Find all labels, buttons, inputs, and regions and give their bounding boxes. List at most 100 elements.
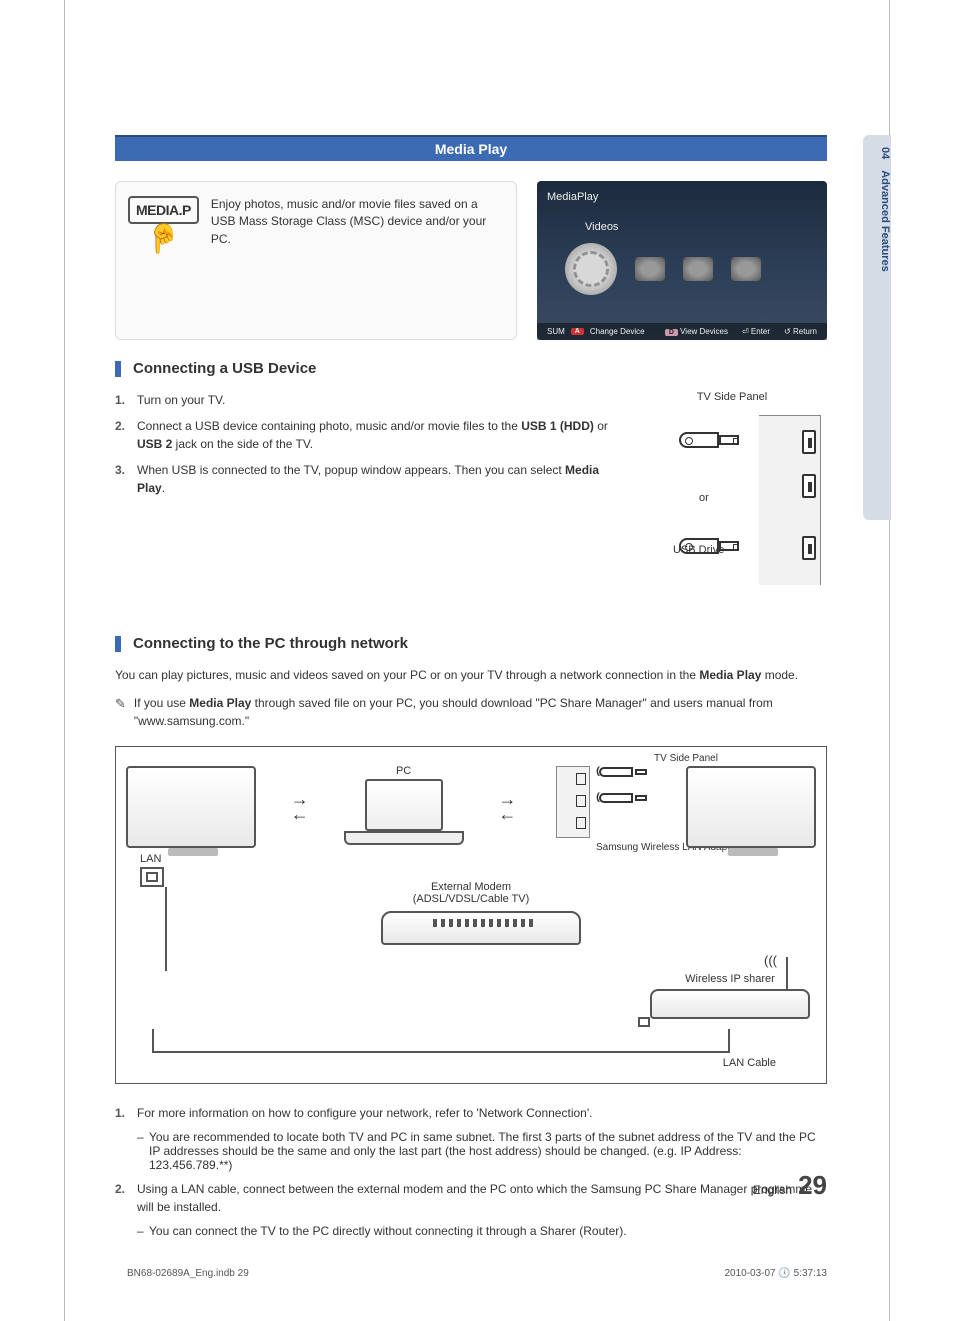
cable-icon (165, 887, 167, 971)
page-footer: English 29 (753, 1170, 827, 1201)
thumb-icon (731, 257, 761, 281)
section-bar-icon (115, 636, 121, 652)
step-text: Connect a USB device containing photo, m… (137, 417, 617, 453)
lan-cable-label: LAN Cable (126, 1057, 776, 1069)
arrows-icon: →← (291, 794, 309, 820)
usb-section-title-row: Connecting a USB Device (115, 360, 827, 377)
modem-sublabel: (ADSL/VDSL/Cable TV) (381, 893, 561, 905)
view-devices-label: View Devices (680, 327, 728, 336)
lan-cable-icon (152, 1029, 730, 1053)
usb-steps: 1. Turn on your TV. 2. Connect a USB dev… (115, 391, 617, 585)
or-label: or (699, 492, 709, 504)
d-button-icon: D (665, 329, 678, 336)
modem-label: External Modem (381, 881, 561, 893)
router-icon (650, 989, 810, 1019)
tv-icon (686, 766, 816, 848)
dash-icon: – (137, 1130, 149, 1172)
doc-id: BN68-02689A_Eng.indb 29 (127, 1268, 249, 1279)
step-number: 1. (115, 391, 137, 409)
pc-intro-text: You can play pictures, music and videos … (115, 666, 827, 684)
mini-panel-icon (556, 766, 590, 838)
step-text: When USB is connected to the TV, popup w… (137, 461, 617, 497)
usb-port-icon (802, 430, 816, 454)
tv-left-group (126, 766, 256, 848)
list-item: 2. Connect a USB device containing photo… (115, 417, 617, 453)
media-button-label: MEDIA.P (128, 196, 199, 224)
lan-label: LAN (140, 853, 816, 865)
change-device-label: Change Device (590, 327, 645, 336)
tv-panel-illustration: or USB Drive (759, 415, 821, 585)
page-header: Media Play (115, 135, 827, 161)
tv-preview-title: MediaPlay (547, 191, 817, 203)
a-button-icon: A (571, 328, 584, 335)
plug-icon (638, 1017, 650, 1027)
intro-card: MEDIA.P ☝ Enjoy photos, music and/or mov… (115, 181, 517, 340)
sub-item: – You are recommended to locate both TV … (137, 1130, 827, 1172)
page-content: 04 Advanced Features Media Play MEDIA.P … (64, 0, 890, 1321)
step-number: 2. (115, 417, 137, 453)
diagram-top-row: →← PC →← (126, 765, 816, 849)
usb-diagram: TV Side Panel or USB Drive (637, 391, 827, 585)
tv-icon-row (547, 243, 817, 295)
pc-section-title: Connecting to the PC through network (133, 635, 408, 652)
thumb-icon (635, 257, 665, 281)
list-item: 1. For more information on how to config… (115, 1104, 827, 1122)
page-number: 29 (798, 1170, 827, 1201)
note-row: ✎ If you use Media Play through saved fi… (115, 694, 827, 730)
video-reel-icon (565, 243, 617, 295)
note-icon: ✎ (115, 694, 126, 730)
arrows-icon: →← (498, 794, 516, 820)
note-text: If you use Media Play through saved file… (134, 694, 827, 730)
sub-item: – You can connect the TV to the PC direc… (137, 1224, 827, 1238)
pc-steps: 1. For more information on how to config… (115, 1104, 827, 1238)
pc-section-title-row: Connecting to the PC through network (115, 635, 827, 652)
step-number: 1. (115, 1104, 137, 1122)
area: Wireless IP sharer (650, 973, 810, 1019)
usb-section: 1. Turn on your TV. 2. Connect a USB dev… (115, 391, 827, 585)
lang-label: English (753, 1183, 792, 1197)
step-number: 3. (115, 461, 137, 497)
laptop-icon (344, 779, 464, 849)
media-button-illustration: MEDIA.P ☝ (128, 196, 199, 255)
sub-text: You are recommended to locate both TV an… (149, 1130, 827, 1172)
step-text: Turn on your TV. (137, 391, 617, 409)
usb-section-title: Connecting a USB Device (133, 360, 316, 377)
chapter-tab: 04 Advanced Features (863, 135, 891, 520)
laptop-group: PC (344, 765, 464, 849)
pc-label: PC (344, 765, 464, 777)
list-item: 1. Turn on your TV. (115, 391, 617, 409)
step-number: 2. (115, 1180, 137, 1216)
sub-text: You can connect the TV to the PC directl… (149, 1224, 627, 1238)
section-bar-icon (115, 361, 121, 377)
list-item: 2. Using a LAN cable, connect between th… (115, 1180, 827, 1216)
tv-side-panel-label: TV Side Panel (556, 753, 816, 764)
doc-footer: BN68-02689A_Eng.indb 29 2010-03-07 🕔 5:3… (127, 1268, 827, 1279)
tv-footer-bar: SUM A Change Device D View Devices ⏎ Ent… (537, 323, 827, 340)
step-text: For more information on how to configure… (137, 1104, 827, 1122)
intro-text: Enjoy photos, music and/or movie files s… (211, 196, 504, 248)
tv-side-panel-label: TV Side Panel (637, 391, 827, 403)
modem-area: External Modem (ADSL/VDSL/Cable TV) (381, 881, 561, 945)
thumb-icon (683, 257, 713, 281)
return-label: Return (793, 327, 817, 336)
usb-drive-label: USB Drive (673, 544, 724, 556)
tv-preview-category: Videos (585, 221, 817, 233)
tv-icon (126, 766, 256, 848)
sum-label: SUM (547, 327, 565, 336)
step-text: Using a LAN cable, connect between the e… (137, 1180, 827, 1216)
pointing-hand-icon: ☝ (146, 222, 181, 255)
lan-port-icon (140, 867, 164, 887)
network-diagram: TV Side Panel ((( or ((( (115, 746, 827, 1084)
tv-right-group (686, 766, 816, 848)
intro-row: MEDIA.P ☝ Enjoy photos, music and/or mov… (115, 181, 827, 340)
usb-drive-icon (679, 432, 749, 448)
antenna-icon (786, 957, 788, 991)
usb-port-icon (802, 474, 816, 498)
list-item: 3. When USB is connected to the TV, popu… (115, 461, 617, 497)
usb-port-icon (802, 536, 816, 560)
modem-icon (381, 911, 581, 945)
tv-preview: MediaPlay Videos SUM A Change Device D V… (537, 181, 827, 340)
doc-timestamp: 2010-03-07 🕔 5:37:13 (724, 1268, 827, 1279)
enter-label: Enter (751, 327, 770, 336)
dash-icon: – (137, 1224, 149, 1238)
